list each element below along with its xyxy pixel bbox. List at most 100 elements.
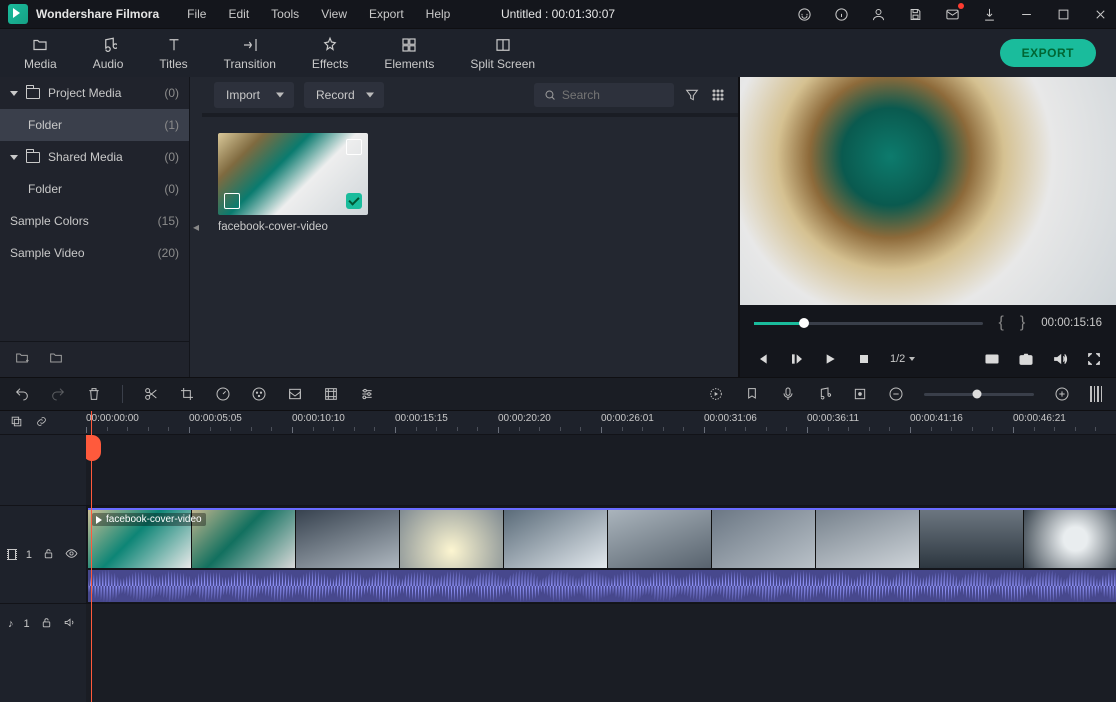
tab-label: Media [24, 57, 57, 71]
menu-help[interactable]: Help [426, 7, 451, 21]
play-icon[interactable] [822, 351, 838, 367]
preview-quality-icon[interactable] [984, 351, 1000, 367]
support-icon[interactable] [797, 7, 812, 22]
menu-export[interactable]: Export [369, 7, 404, 21]
fit-timeline-icon[interactable] [1090, 386, 1102, 402]
audio-mixer-icon[interactable] [816, 386, 832, 402]
sidebar-collapse-handle[interactable]: ◂ [190, 77, 202, 377]
title-bar: Wondershare Filmora File Edit Tools View… [0, 0, 1116, 29]
snapshot-icon[interactable] [1018, 351, 1034, 367]
folder-icon [26, 152, 40, 163]
close-icon[interactable] [1093, 7, 1108, 22]
sidebar-item-label: Sample Colors [10, 214, 89, 228]
playback-speed[interactable]: 1/2 [890, 353, 915, 365]
prev-frame-icon[interactable] [754, 351, 770, 367]
zoom-in-icon[interactable] [1054, 386, 1070, 402]
mark-out-icon[interactable]: } [1020, 314, 1025, 332]
green-screen-icon[interactable] [287, 386, 303, 402]
time-ruler[interactable]: 00:00:00:0000:00:05:0500:00:10:1000:00:1… [86, 411, 1116, 435]
redo-icon[interactable] [50, 386, 66, 402]
clip-used-icon [346, 193, 362, 209]
search-input[interactable] [562, 88, 664, 102]
tab-label: Effects [312, 57, 348, 71]
filter-icon[interactable] [684, 87, 700, 103]
video-track-header[interactable]: 1 [0, 505, 86, 603]
export-button[interactable]: EXPORT [1000, 39, 1096, 67]
zoom-out-icon[interactable] [888, 386, 904, 402]
clip-add-icon[interactable] [224, 193, 240, 209]
tab-label: Audio [93, 57, 124, 71]
record-dropdown[interactable]: Record [304, 82, 384, 108]
preview-scrubber[interactable] [754, 322, 983, 325]
tab-titles[interactable]: Titles [141, 32, 205, 75]
tab-split-screen[interactable]: Split Screen [452, 32, 553, 75]
visibility-icon[interactable] [65, 547, 78, 563]
sidebar-item-shared-media[interactable]: Shared Media(0) [0, 141, 189, 173]
zoom-slider[interactable] [924, 393, 1034, 396]
sidebar-item-folder[interactable]: Folder(0) [0, 173, 189, 205]
track-area[interactable]: 00:00:00:0000:00:05:0500:00:10:1000:00:1… [86, 411, 1116, 702]
play-pause-icon[interactable] [788, 351, 804, 367]
info-icon[interactable] [834, 7, 849, 22]
render-icon[interactable] [708, 386, 724, 402]
search-field[interactable] [534, 83, 674, 107]
fullscreen-icon[interactable] [1086, 351, 1102, 367]
link-tracks-icon[interactable] [35, 415, 48, 431]
notification-badge [958, 3, 964, 9]
mark-in-icon[interactable]: { [999, 314, 1004, 332]
lock-icon[interactable] [42, 547, 55, 563]
tab-transition[interactable]: Transition [206, 32, 294, 75]
playhead[interactable] [91, 411, 92, 702]
add-track-icon[interactable] [10, 415, 23, 431]
timeline-clip[interactable]: facebook-cover-video [88, 508, 1116, 568]
minimize-icon[interactable] [1019, 7, 1034, 22]
crop-icon[interactable] [179, 386, 195, 402]
new-folder-icon[interactable] [14, 350, 30, 369]
save-icon[interactable] [908, 7, 923, 22]
delete-icon[interactable] [86, 386, 102, 402]
open-folder-icon[interactable] [48, 350, 64, 369]
ruler-tick: 00:00:36:11 [807, 413, 859, 424]
sidebar-item-project-media[interactable]: Project Media(0) [0, 77, 189, 109]
lock-icon[interactable] [40, 616, 53, 632]
menu-view[interactable]: View [321, 7, 347, 21]
mute-icon[interactable] [63, 616, 76, 632]
sidebar-item-count: (0) [164, 150, 179, 164]
tab-elements[interactable]: Elements [366, 32, 452, 75]
account-icon[interactable] [871, 7, 886, 22]
maximize-icon[interactable] [1056, 7, 1071, 22]
video-track[interactable]: facebook-cover-video [86, 505, 1116, 603]
stop-icon[interactable] [856, 351, 872, 367]
tab-audio[interactable]: Audio [75, 32, 142, 75]
ruler-tick: 00:00:15:15 [395, 413, 448, 424]
mark-icon[interactable] [852, 386, 868, 402]
keyframe-icon[interactable] [323, 386, 339, 402]
audio-track[interactable] [86, 603, 1116, 643]
tab-media[interactable]: Media [6, 32, 75, 75]
download-icon[interactable] [982, 7, 997, 22]
speed-icon[interactable] [215, 386, 231, 402]
preview-viewport[interactable] [740, 77, 1116, 305]
sidebar-item-sample-colors[interactable]: Sample Colors(15) [0, 205, 189, 237]
media-sidebar: Project Media(0) Folder(1) Shared Media(… [0, 77, 190, 377]
color-icon[interactable] [251, 386, 267, 402]
split-icon[interactable] [143, 386, 159, 402]
adjust-icon[interactable] [359, 386, 375, 402]
menu-tools[interactable]: Tools [271, 7, 299, 21]
grid-view-icon[interactable] [710, 87, 726, 103]
media-clip[interactable]: facebook-cover-video [218, 133, 368, 233]
sidebar-item-sample-video[interactable]: Sample Video(20) [0, 237, 189, 269]
audio-track-header[interactable]: ♪ 1 [0, 603, 86, 643]
message-icon[interactable] [945, 7, 960, 22]
tab-effects[interactable]: Effects [294, 32, 366, 75]
volume-icon[interactable] [1052, 351, 1068, 367]
undo-icon[interactable] [14, 386, 30, 402]
menu-edit[interactable]: Edit [228, 7, 249, 21]
import-dropdown[interactable]: Import [214, 82, 294, 108]
sidebar-item-folder[interactable]: Folder(1) [0, 109, 189, 141]
clip-type-icon [346, 139, 362, 155]
menu-file[interactable]: File [187, 7, 206, 21]
ruler-tick: 00:00:05:05 [189, 413, 242, 424]
marker-icon[interactable] [744, 386, 760, 402]
voiceover-icon[interactable] [780, 386, 796, 402]
